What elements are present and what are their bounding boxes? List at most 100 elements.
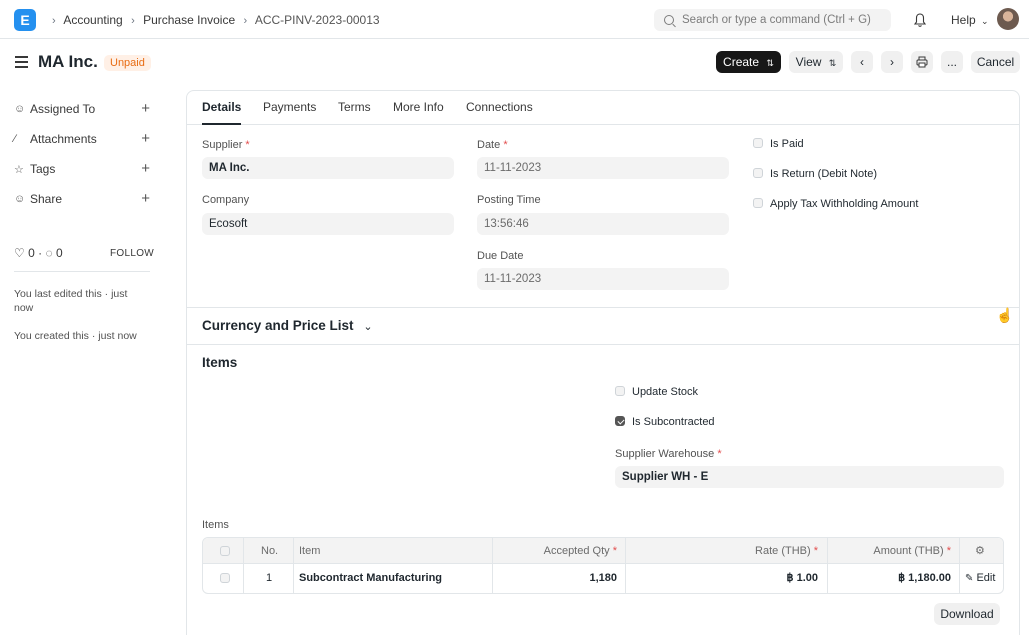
row-item[interactable]: Subcontract Manufacturing xyxy=(299,564,442,592)
column-rate-text: Rate (THB) xyxy=(755,545,811,557)
company-field[interactable]: Ecosoft xyxy=(202,213,454,235)
more-actions-button[interactable]: ... xyxy=(941,51,963,73)
checkbox-box-checked[interactable] xyxy=(615,416,625,426)
next-doc-button[interactable]: › xyxy=(881,51,903,73)
items-table: No. Item Accepted Qty * Rate (THB) * Amo… xyxy=(202,537,1004,594)
breadcrumb: › Accounting › Purchase Invoice › ACC-PI… xyxy=(47,13,380,27)
select-all-checkbox[interactable] xyxy=(220,546,230,556)
pencil-icon: ✎ xyxy=(965,573,974,584)
sidebar-item-share[interactable]: ☺ Share + xyxy=(14,190,150,208)
tag-icon: ☆ xyxy=(14,164,24,176)
row-checkbox[interactable] xyxy=(220,573,230,583)
last-edited-note: You last edited this · just now xyxy=(14,288,128,314)
add-icon[interactable]: + xyxy=(141,190,150,207)
date-label-text: Date xyxy=(477,139,501,151)
hand-cursor-icon: ☝ xyxy=(996,307,1014,323)
gear-icon[interactable]: ⚙ xyxy=(975,538,985,564)
section-divider xyxy=(187,307,1019,308)
column-item: Item xyxy=(299,545,321,557)
checkbox-box[interactable] xyxy=(753,168,763,178)
tab-more-info[interactable]: More Info xyxy=(393,100,444,114)
bell-icon[interactable] xyxy=(913,12,927,28)
row-amount[interactable]: ฿ 1,180.00 xyxy=(898,564,951,592)
column-accepted-qty-text: Accepted Qty xyxy=(543,545,610,557)
required-marker: * xyxy=(503,139,508,151)
breadcrumb-document[interactable]: ACC-PINV-2023-00013 xyxy=(255,13,380,27)
tab-connections[interactable]: Connections xyxy=(466,100,533,114)
apply-tax-withholding-checkbox[interactable]: Apply Tax Withholding Amount xyxy=(753,198,918,210)
status-badge: Unpaid xyxy=(104,55,151,71)
divider xyxy=(14,271,150,272)
app-logo[interactable]: E xyxy=(14,9,36,31)
heart-icon[interactable]: ♡ xyxy=(14,246,25,260)
is-paid-label: Is Paid xyxy=(770,138,804,150)
previous-doc-button[interactable]: ‹ xyxy=(851,51,873,73)
posting-time-field[interactable]: 13:56:46 xyxy=(477,213,729,235)
breadcrumb-purchase-invoice[interactable]: Purchase Invoice xyxy=(143,13,235,27)
updown-icon: ⇅ xyxy=(828,58,837,68)
update-stock-label: Update Stock xyxy=(632,386,699,398)
supplier-field[interactable]: MA Inc. xyxy=(202,157,454,179)
tab-terms[interactable]: Terms xyxy=(338,100,371,114)
print-button[interactable] xyxy=(911,51,933,73)
sidebar-item-assigned-to[interactable]: ☺ Assigned To + xyxy=(14,100,150,118)
chevron-down-icon: ⌄ xyxy=(363,321,373,333)
search-bar[interactable]: Search or type a command (Ctrl + G) xyxy=(654,9,891,31)
menu-toggle-icon[interactable] xyxy=(15,56,28,68)
view-label: View xyxy=(795,55,822,69)
tab-payments[interactable]: Payments xyxy=(263,100,316,114)
search-placeholder: Search or type a command (Ctrl + G) xyxy=(682,14,871,26)
created-note: You created this · just now xyxy=(14,330,137,342)
is-return-label: Is Return (Debit Note) xyxy=(770,168,877,180)
date-field[interactable]: 11-11-2023 xyxy=(477,157,729,179)
checkbox-box[interactable] xyxy=(753,138,763,148)
add-icon[interactable]: + xyxy=(141,100,150,117)
create-label: Create xyxy=(723,55,760,69)
user-check-icon: ☺ xyxy=(14,103,26,115)
row-accepted-qty[interactable]: 1,180 xyxy=(589,564,617,592)
supplier-warehouse-field[interactable]: Supplier WH - E xyxy=(615,466,1004,488)
sidebar-item-attachments[interactable]: ∕ Attachments + xyxy=(14,130,150,148)
tab-details[interactable]: Details xyxy=(202,100,241,114)
is-subcontracted-checkbox[interactable]: Is Subcontracted xyxy=(615,416,715,428)
active-tab-indicator xyxy=(202,123,241,125)
search-icon xyxy=(664,15,674,25)
due-date-field[interactable]: 11-11-2023 xyxy=(477,268,729,290)
follow-button[interactable]: FOLLOW xyxy=(110,248,154,259)
help-menu[interactable]: Help ⌄ xyxy=(951,13,989,27)
update-stock-checkbox[interactable]: Update Stock xyxy=(615,386,698,398)
comment-icon[interactable]: ◌ xyxy=(45,246,52,260)
more-icon: ... xyxy=(946,55,957,69)
sidebar-item-tags[interactable]: ☆ Tags + xyxy=(14,160,150,178)
table-header: No. Item Accepted Qty * Rate (THB) * Amo… xyxy=(203,538,1003,564)
items-section-title: Items xyxy=(202,355,238,370)
sidebar-item-label: Share xyxy=(30,192,63,206)
view-button[interactable]: View ⇅ xyxy=(789,51,843,73)
currency-section-toggle[interactable]: Currency and Price List ⌄ xyxy=(202,318,373,333)
chevron-right-icon: › xyxy=(131,15,135,27)
cancel-button[interactable]: Cancel xyxy=(971,51,1020,73)
create-button[interactable]: Create ⇅ xyxy=(716,51,781,73)
required-marker: * xyxy=(813,545,818,557)
row-edit-button[interactable]: ✎ Edit xyxy=(965,564,995,593)
is-paid-checkbox[interactable]: Is Paid xyxy=(753,138,804,150)
posting-time-label: Posting Time xyxy=(477,194,541,206)
supplier-warehouse-label-text: Supplier Warehouse xyxy=(615,448,715,460)
is-subcontracted-label: Is Subcontracted xyxy=(632,416,715,428)
page-title: MA Inc. xyxy=(38,52,98,71)
supplier-label-text: Supplier xyxy=(202,139,243,151)
currency-section-title: Currency and Price List xyxy=(202,318,354,333)
column-no: No. xyxy=(261,545,279,557)
table-row[interactable]: 1 Subcontract Manufacturing 1,180 ฿ 1.00… xyxy=(203,564,1003,593)
checkbox-box[interactable] xyxy=(753,198,763,208)
breadcrumb-accounting[interactable]: Accounting xyxy=(63,13,122,27)
add-icon[interactable]: + xyxy=(141,130,150,147)
avatar[interactable] xyxy=(997,8,1019,30)
edit-label: Edit xyxy=(976,572,996,584)
is-return-checkbox[interactable]: Is Return (Debit Note) xyxy=(753,168,877,180)
download-button[interactable]: Download xyxy=(934,603,1000,625)
company-label: Company xyxy=(202,194,250,206)
checkbox-box[interactable] xyxy=(615,386,625,396)
row-rate[interactable]: ฿ 1.00 xyxy=(787,564,818,592)
add-icon[interactable]: + xyxy=(141,160,150,177)
